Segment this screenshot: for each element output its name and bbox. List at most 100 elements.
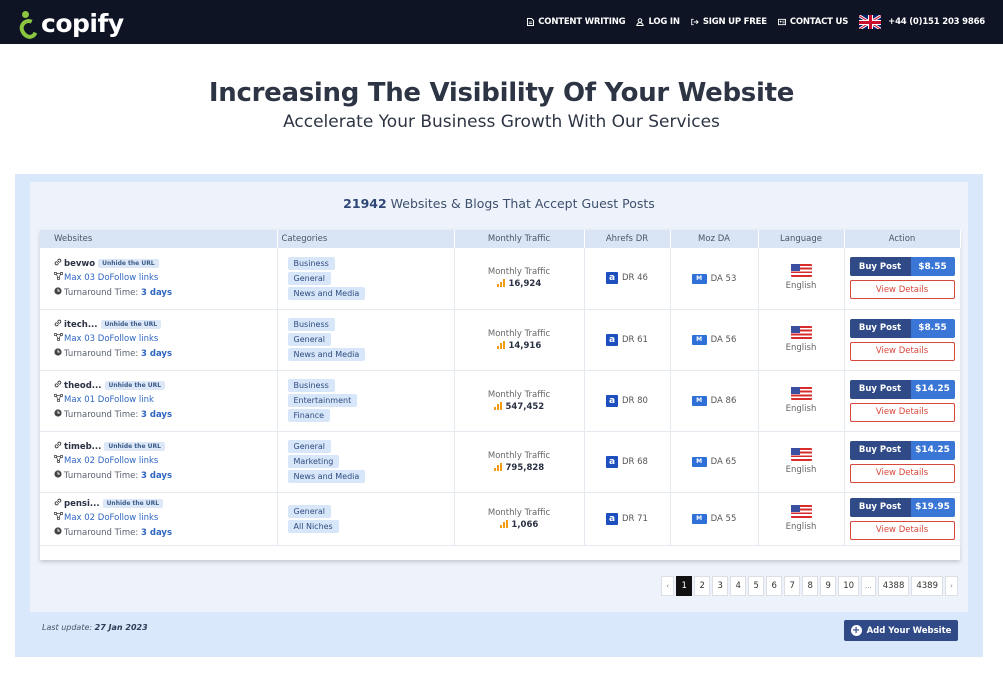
table-row: itech... Unhide the URL Max 03 DoFollow l… [40,309,961,371]
categories-cell: Business General News and Media [277,309,455,371]
website-cell: itech... Unhide the URL Max 03 DoFollow l… [40,309,278,371]
pagination-page[interactable]: 8 [802,576,819,596]
pagination-page[interactable]: 6 [766,576,783,596]
action-cell: Buy Post $14.25 View Details [844,431,961,493]
pagination-page[interactable]: 4389 [911,576,943,596]
website-cell: theod... Unhide the URL Max 01 DoFollow l… [40,370,278,432]
traffic-bars-icon [493,401,503,410]
hero: Increasing The Visibility Of Your Websit… [0,44,1003,132]
moz-icon: M [691,334,707,345]
site-name[interactable]: theod... [64,381,102,391]
pagination-ellipsis[interactable]: ... [861,576,876,596]
buy-post-label: Buy Post [849,257,911,277]
view-details-button[interactable]: View Details [849,520,955,540]
moz-icon: M [691,273,707,284]
site-name[interactable]: bevwo [64,259,95,269]
pagination-page[interactable]: 4 [730,576,747,596]
buy-post-button[interactable]: Buy Post $14.25 [849,440,955,460]
nav-log-in[interactable]: LOG IN [636,17,680,27]
nav-contact-us[interactable]: CONTACT US [777,17,848,27]
copify-logo[interactable]: copify [17,5,124,42]
pagination-prev[interactable]: ‹ [661,576,675,596]
header-websites[interactable]: Websites [40,230,278,248]
categories-cell: General Marketing News and Media [277,431,455,493]
pagination-page[interactable]: 1 [676,576,693,596]
buy-post-button[interactable]: Buy Post $8.55 [849,318,955,338]
site-name[interactable]: timeb... [64,442,101,452]
logo-bulb-icon [17,11,41,42]
ahrefs-icon: a [606,394,618,407]
pagination-page[interactable]: 4388 [877,576,910,596]
category-tag: Finance [287,409,331,422]
language-cell: English [758,492,845,546]
nav-phone[interactable]: +44 (0)151 203 9866 [859,15,985,29]
unhide-url-badge[interactable]: Unhide the URL [104,441,165,451]
view-details-button[interactable]: View Details [849,280,955,300]
unhide-url-badge[interactable]: Unhide the URL [98,258,159,268]
pagination-page[interactable]: 10 [838,576,860,596]
pagination-page[interactable]: 2 [694,576,711,596]
link-icon [54,379,64,393]
phone-number: +44 (0)151 203 9866 [888,17,985,27]
listing-count-title: 21942 Websites & Blogs That Accept Guest… [30,182,968,222]
ahrefs-dr-cell: a DR 46 [584,248,671,310]
moz-icon: M [691,456,707,467]
view-details-button[interactable]: View Details [849,341,955,361]
category-tag: All Niches [287,519,339,533]
pagination-page[interactable]: 9 [820,576,837,596]
last-update: Last update: 27 Jan 2023 [42,623,148,632]
ahrefs-dr-value: DR 80 [622,395,648,406]
pagination-page[interactable]: 5 [748,576,765,596]
nav-sign-up[interactable]: SIGN UP FREE [691,17,767,27]
buy-post-button[interactable]: Buy Post $19.95 [849,497,955,517]
moz-da-cell: M DA 86 [670,370,759,432]
header-language[interactable]: Language [758,230,845,248]
pagination-page[interactable]: 7 [784,576,801,596]
table-row: timeb... Unhide the URL Max 02 DoFollow l… [40,431,961,493]
link-icon [54,318,64,332]
turnaround-label: Turnaround Time: [64,409,139,420]
language-value: English [785,464,817,475]
pagination-page[interactable]: 3 [712,576,729,596]
header-ahrefs-dr[interactable]: Ahrefs DR [584,230,671,248]
moz-icon: M [691,513,707,524]
contact-icon [777,18,786,26]
table-row: bevwo Unhide the URL Max 03 DoFollow link… [40,248,961,310]
view-details-button[interactable]: View Details [849,463,955,483]
site-name[interactable]: pensi... [64,499,100,509]
unhide-url-badge[interactable]: Unhide the URL [100,319,162,329]
header-monthly-traffic[interactable]: Monthly Traffic [454,230,585,248]
header-moz-da[interactable]: Moz DA [670,230,759,248]
ahrefs-dr-value: DR 71 [622,513,648,524]
link-icon [54,497,64,511]
pagination-next[interactable]: › [945,576,958,596]
traffic-value: 16,924 [508,279,542,290]
us-flag-icon [790,386,812,400]
language-cell: English [758,309,845,371]
category-tag: Marketing [287,455,340,468]
traffic-bars-icon [496,340,506,349]
dofollow-links: Max 01 DoFollow link [64,395,154,406]
header-action: Action [844,230,961,248]
buy-post-label: Buy Post [849,497,911,517]
category-tag: News and Media [287,470,366,483]
nav-content-writing[interactable]: CONTENT WRITING [526,17,626,27]
dofollow-links: Max 02 DoFollow links [64,456,159,467]
add-your-website-button[interactable]: + Add Your Website [844,620,958,641]
header-categories[interactable]: Categories [277,230,455,248]
turnaround-value: 3 days [140,287,173,298]
buy-post-label: Buy Post [849,440,911,460]
page-title: Increasing The Visibility Of Your Websit… [208,78,795,108]
traffic-label: Monthly Traffic [487,389,551,400]
site-name[interactable]: itech... [64,320,98,330]
clock-icon [54,347,64,361]
turnaround-value: 3 days [140,409,173,420]
signup-icon [691,18,699,26]
buy-post-button[interactable]: Buy Post $8.55 [849,257,955,277]
language-value: English [785,521,817,532]
unhide-url-badge[interactable]: Unhide the URL [104,380,166,390]
websites-table-card: Websites Categories Monthly Traffic Ahre… [40,230,961,560]
unhide-url-badge[interactable]: Unhide the URL [102,498,164,508]
buy-post-button[interactable]: Buy Post $14.25 [849,379,955,399]
view-details-button[interactable]: View Details [849,402,955,422]
